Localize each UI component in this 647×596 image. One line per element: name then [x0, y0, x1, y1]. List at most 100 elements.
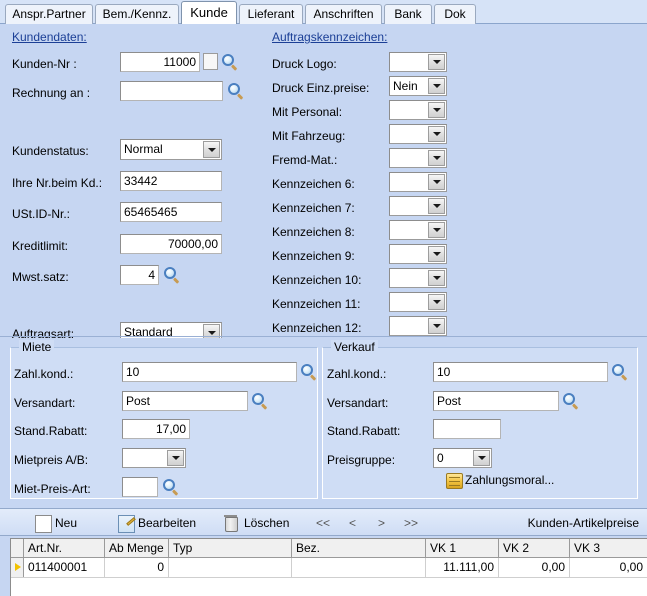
- select-kundenstatus[interactable]: Normal: [120, 139, 222, 160]
- label-kundenstatus: Kundenstatus:: [12, 144, 89, 158]
- chevron-down-icon[interactable]: [428, 54, 445, 70]
- select-druck-logo[interactable]: [389, 52, 447, 72]
- select-druck-einz-preise-value: Nein: [393, 79, 418, 93]
- input-kunden-nr[interactable]: 11000: [120, 52, 200, 72]
- label-kennzeichen-7: Kennzeichen 7:: [272, 201, 355, 215]
- chevron-down-icon[interactable]: [428, 126, 445, 142]
- chevron-down-icon[interactable]: [167, 450, 184, 466]
- select-fremd-mat[interactable]: [389, 148, 447, 168]
- kundendaten-heading: Kundendaten:: [12, 30, 87, 44]
- kunden-nr-flag-box[interactable]: [203, 53, 218, 70]
- select-mit-fahrzeug[interactable]: [389, 124, 447, 144]
- loeschen-button[interactable]: Löschen: [224, 513, 289, 533]
- grid-header-ab-menge[interactable]: Ab Menge: [105, 539, 169, 557]
- select-preisgruppe[interactable]: 0: [433, 448, 492, 468]
- chevron-down-icon[interactable]: [428, 294, 445, 310]
- search-icon-verkauf-zahl-kond[interactable]: [612, 364, 628, 381]
- label-miete-zahl-kond: Zahl.kond.:: [14, 367, 74, 381]
- input-verkauf-zahl-kond[interactable]: 10: [433, 362, 608, 382]
- grid-header-bez[interactable]: Bez.: [292, 539, 426, 557]
- grid-header-vk-1[interactable]: VK 1: [426, 539, 499, 557]
- select-druck-einz-preise[interactable]: Nein: [389, 76, 447, 96]
- grid-left-gutter: [0, 536, 9, 596]
- input-ust-id-nr[interactable]: 65465465: [120, 202, 222, 222]
- label-kennzeichen-9: Kennzeichen 9:: [272, 249, 355, 263]
- loeschen-label: Löschen: [244, 516, 290, 530]
- label-kennzeichen-6: Kennzeichen 6:: [272, 177, 355, 191]
- chevron-down-icon[interactable]: [428, 102, 445, 118]
- select-kennzeichen-7[interactable]: [389, 196, 447, 216]
- grid-header-typ[interactable]: Typ: [169, 539, 292, 557]
- grid-header-vk-3[interactable]: VK 3: [570, 539, 647, 557]
- row-selector-arrow-icon: [11, 558, 24, 577]
- select-mietpreis-ab[interactable]: [122, 448, 186, 468]
- tab-dok[interactable]: Dok: [434, 4, 476, 24]
- nav-first-button[interactable]: <<: [316, 514, 330, 532]
- select-mit-personal[interactable]: [389, 100, 447, 120]
- label-preisgruppe: Preisgruppe:: [327, 453, 396, 467]
- chevron-down-icon[interactable]: [428, 150, 445, 166]
- chevron-down-icon[interactable]: [473, 450, 490, 466]
- tab-bem-kennz[interactable]: Bem./Kennz.: [95, 4, 179, 24]
- input-miete-stand-rabatt[interactable]: 17,00: [122, 419, 190, 439]
- search-icon-miete-zahl-kond[interactable]: [301, 364, 317, 381]
- chevron-down-icon[interactable]: [428, 270, 445, 286]
- select-kennzeichen-11[interactable]: [389, 292, 447, 312]
- search-icon-miete-versandart[interactable]: [252, 393, 268, 410]
- select-kennzeichen-8[interactable]: [389, 220, 447, 240]
- tab-kunde[interactable]: Kunde: [181, 1, 237, 24]
- chevron-down-icon[interactable]: [203, 141, 220, 158]
- tab-bank[interactable]: Bank: [384, 4, 432, 24]
- input-ihre-nr-beim-kd[interactable]: 33442: [120, 171, 222, 191]
- search-icon-kunden-nr[interactable]: [222, 54, 238, 71]
- nav-last-button[interactable]: >>: [404, 514, 418, 532]
- grid-section-title: Kunden-Artikelpreise: [527, 516, 639, 530]
- input-miet-preis-art[interactable]: [122, 477, 158, 497]
- grid-header-vk-2[interactable]: VK 2: [499, 539, 570, 557]
- search-icon-mwst-satz[interactable]: [164, 267, 180, 284]
- group-miete-title: Miete: [19, 340, 55, 354]
- select-auftragsart-value: Standard: [124, 325, 173, 339]
- grid-header-art-nr[interactable]: Art.Nr.: [24, 539, 105, 557]
- cell-ab-menge: 0: [105, 558, 169, 577]
- input-mwst-satz[interactable]: 4: [120, 265, 159, 285]
- select-preisgruppe-value: 0: [437, 451, 444, 465]
- cell-vk-3: 0,00: [570, 558, 647, 577]
- cell-art-nr: 011400001: [24, 558, 105, 577]
- select-kennzeichen-9[interactable]: [389, 244, 447, 264]
- neu-button[interactable]: Neu: [35, 513, 77, 533]
- input-kreditlimit[interactable]: 70000,00: [120, 234, 222, 254]
- group-verkauf-title: Verkauf: [331, 340, 378, 354]
- input-verkauf-stand-rabatt[interactable]: [433, 419, 501, 439]
- chevron-down-icon[interactable]: [428, 318, 445, 334]
- tab-anschriften[interactable]: Anschriften: [305, 4, 382, 24]
- chevron-down-icon[interactable]: [428, 78, 445, 94]
- chevron-down-icon[interactable]: [428, 198, 445, 214]
- label-mit-fahrzeug: Mit Fahrzeug:: [272, 129, 346, 143]
- search-icon-miet-preis-art[interactable]: [163, 479, 179, 496]
- bearbeiten-button[interactable]: Bearbeiten: [118, 513, 196, 533]
- tab-anspr-partner[interactable]: Anspr.Partner: [5, 4, 93, 24]
- input-rechnung-an[interactable]: [120, 81, 223, 101]
- search-icon-rechnung-an[interactable]: [228, 83, 244, 100]
- zahlungsmoral-button[interactable]: Zahlungsmoral...: [446, 472, 554, 489]
- label-kennzeichen-10: Kennzeichen 10:: [272, 273, 362, 287]
- label-kreditlimit: Kreditlimit:: [12, 239, 69, 253]
- select-kennzeichen-6[interactable]: [389, 172, 447, 192]
- input-verkauf-versandart[interactable]: Post: [433, 391, 559, 411]
- label-miete-versandart: Versandart:: [14, 396, 76, 410]
- label-kennzeichen-12: Kennzeichen 12:: [272, 321, 362, 335]
- nav-next-button[interactable]: >: [378, 514, 385, 532]
- nav-prev-button[interactable]: <: [349, 514, 356, 532]
- chevron-down-icon[interactable]: [428, 246, 445, 262]
- input-miete-versandart[interactable]: Post: [122, 391, 248, 411]
- select-kennzeichen-10[interactable]: [389, 268, 447, 288]
- input-miete-zahl-kond[interactable]: 10: [122, 362, 297, 382]
- search-icon-verkauf-versandart[interactable]: [563, 393, 579, 410]
- grid-header-row: Art.Nr. Ab Menge Typ Bez. VK 1 VK 2 VK 3: [11, 539, 647, 558]
- tab-lieferant[interactable]: Lieferant: [239, 4, 303, 24]
- table-row[interactable]: 011400001 0 11.111,00 0,00 0,00: [11, 558, 647, 578]
- chevron-down-icon[interactable]: [428, 222, 445, 238]
- select-kennzeichen-12[interactable]: [389, 316, 447, 336]
- chevron-down-icon[interactable]: [428, 174, 445, 190]
